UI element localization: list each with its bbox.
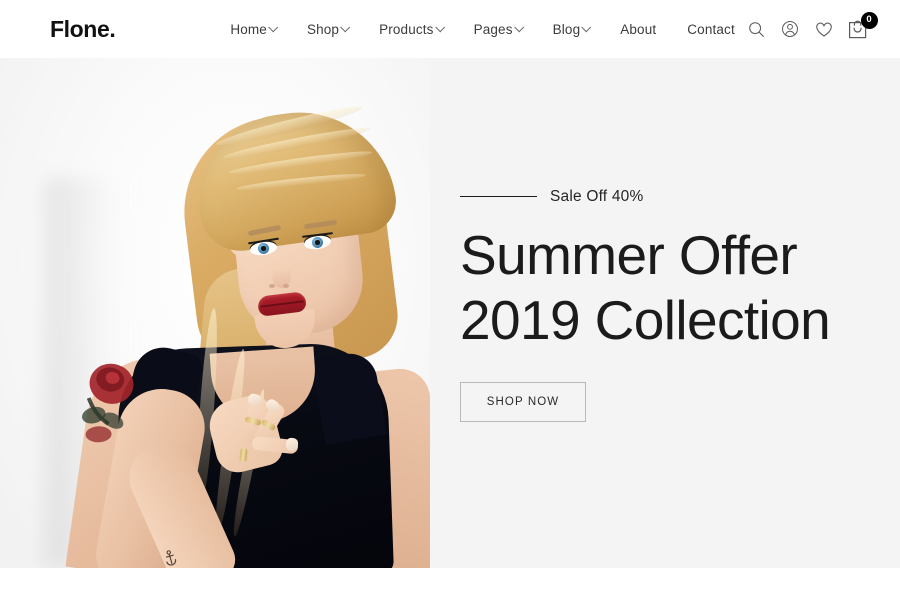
chevron-down-icon (340, 21, 351, 32)
account-button[interactable] (780, 19, 800, 39)
iris (311, 236, 324, 249)
hero-title: Summer Offer 2019 Collection (460, 223, 880, 353)
nav-label: Blog (552, 21, 581, 37)
nav-label: Shop (306, 21, 340, 37)
nav-item-about[interactable]: About (620, 22, 656, 37)
iris (257, 242, 270, 255)
header-action-icons: 0 (746, 11, 878, 40)
nav-item-shop[interactable]: Shop (306, 21, 351, 37)
nav-item-home[interactable]: Home (230, 21, 279, 37)
heart-wishlist-icon (816, 22, 832, 37)
search-icon (748, 21, 764, 37)
nav-label: About (620, 21, 657, 37)
hero-banner: Sale Off 40% Summer Offer 2019 Collectio… (0, 58, 900, 568)
chevron-down-icon (581, 21, 592, 32)
nostril-left (269, 284, 275, 288)
hero-title-line-2: 2019 Collection (460, 288, 831, 351)
nav-label: Home (230, 21, 267, 37)
cart-count-badge: 0 (860, 11, 878, 29)
nav-label: Pages (473, 21, 513, 37)
hero-eyebrow: Sale Off 40% (460, 188, 880, 206)
hero-text-block: Sale Off 40% Summer Offer 2019 Collectio… (460, 58, 880, 568)
wishlist-button[interactable] (814, 19, 834, 39)
nav-label: Contact (687, 21, 735, 37)
chevron-down-icon (513, 21, 524, 32)
search-button[interactable] (746, 19, 766, 39)
main-navigation: Home Shop Products Pages Blog About Cont… (230, 22, 735, 37)
hero-title-line-1: Summer Offer (460, 223, 798, 286)
pupil (261, 246, 266, 251)
nav-item-blog[interactable]: Blog (552, 21, 592, 37)
nav-label: Products (379, 21, 434, 37)
site-logo[interactable]: Flone. (50, 16, 116, 43)
nav-item-products[interactable]: Products (379, 21, 445, 37)
nav-item-pages[interactable]: Pages (473, 21, 524, 37)
user-account-icon (782, 21, 798, 37)
site-header: Flone. Home Shop Products Pages Blog Abo… (0, 0, 900, 58)
shop-now-button[interactable]: SHOP NOW (460, 382, 586, 423)
nav-item-contact[interactable]: Contact (687, 22, 735, 37)
hero-sale-label: Sale Off 40% (550, 187, 644, 205)
hero-model-image (0, 58, 430, 568)
chevron-down-icon (268, 21, 279, 32)
pupil (315, 240, 320, 245)
cart-button[interactable]: 0 (848, 11, 878, 40)
chevron-down-icon (434, 21, 445, 32)
nostril-right (283, 284, 289, 288)
eyebrow-dash-line (460, 195, 537, 198)
cart-icon-wrapper: 0 (848, 11, 878, 40)
content-section-below-hero (0, 568, 900, 600)
